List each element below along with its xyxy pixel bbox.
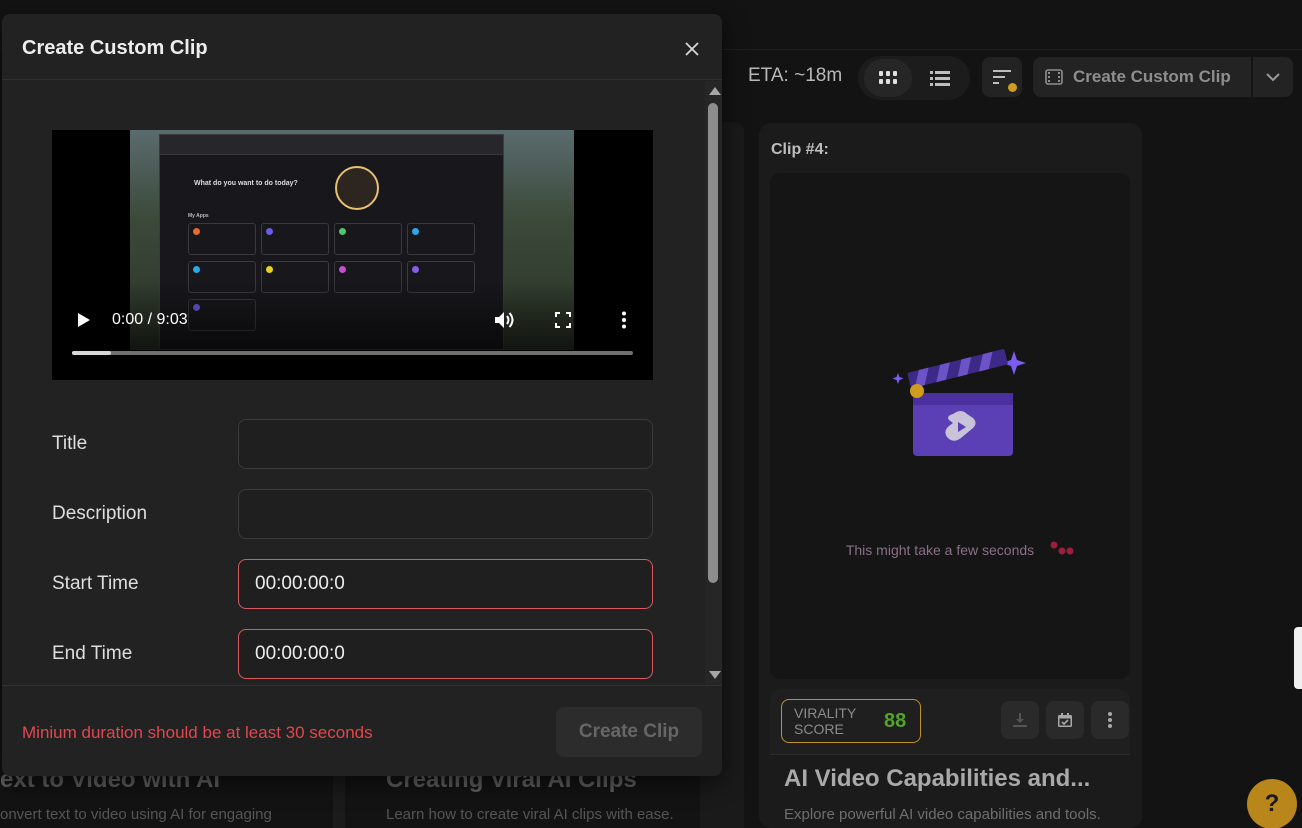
help-button[interactable]: ? — [1247, 779, 1297, 828]
download-icon — [1013, 713, 1027, 727]
title-row: Title — [52, 419, 653, 469]
clapperboard-icon — [892, 349, 1026, 456]
video-player[interactable]: What do you want to do today? My Apps 0:… — [52, 130, 653, 380]
title-input[interactable] — [238, 419, 653, 469]
modal-title: Create Custom Clip — [22, 37, 208, 59]
start-time-input[interactable] — [238, 559, 653, 609]
title-label: Title — [52, 433, 88, 454]
start-time-row: Start Time — [52, 559, 653, 609]
modal-header: Create Custom Clip — [2, 14, 722, 80]
virality-label: VIRALITY SCORE — [794, 705, 874, 737]
video-frame-browser-bar — [160, 135, 503, 155]
video-frame-apps-label: My Apps — [188, 213, 209, 219]
mid-card-subheading: Learn how to create viral AI clips with … — [386, 806, 674, 823]
more-vertical-icon[interactable] — [621, 311, 627, 329]
fullscreen-icon[interactable] — [555, 312, 571, 328]
description-label: Description — [52, 503, 148, 524]
clip-more-button[interactable] — [1091, 701, 1129, 739]
virality-label-line1: VIRALITY — [794, 705, 857, 721]
modal-scrollbar[interactable] — [705, 81, 722, 685]
video-frame-tile — [188, 223, 256, 255]
download-button[interactable] — [1001, 701, 1039, 739]
more-vertical-icon — [1108, 712, 1112, 728]
modal-footer: Minium duration should be at least 30 se… — [2, 685, 722, 776]
schedule-button[interactable] — [1046, 701, 1084, 739]
video-progress-bar[interactable] — [72, 351, 633, 355]
video-progress-fill — [72, 351, 112, 355]
video-frame-tile — [407, 223, 475, 255]
list-view-icon — [930, 71, 950, 86]
clip-footer: VIRALITY SCORE 88 — [770, 689, 1130, 755]
virality-score-value: 88 — [884, 709, 907, 732]
eta-label: ETA: ~18m — [748, 65, 843, 86]
create-custom-clip-label: Create Custom Clip — [1073, 67, 1231, 86]
play-icon[interactable] — [78, 313, 90, 327]
scroll-thumb[interactable] — [708, 103, 718, 583]
create-custom-clip-button[interactable]: Create Custom Clip — [1033, 57, 1251, 97]
duration-error-message: Minium duration should be at least 30 se… — [22, 723, 373, 742]
create-dropdown-button[interactable] — [1253, 57, 1293, 97]
description-input[interactable] — [238, 489, 653, 539]
video-frame-tile — [261, 223, 329, 255]
start-time-label: Start Time — [52, 573, 139, 594]
chevron-down-icon — [1266, 72, 1280, 81]
view-toggle — [858, 56, 970, 100]
side-tab[interactable] — [1294, 627, 1302, 689]
scroll-up-arrow[interactable] — [709, 87, 721, 95]
list-view-button[interactable] — [916, 59, 964, 97]
end-time-input[interactable] — [238, 629, 653, 679]
scroll-down-arrow[interactable] — [709, 671, 721, 679]
video-time: 0:00 / 9:03 — [112, 311, 188, 328]
close-icon[interactable] — [682, 39, 702, 59]
sort-icon — [993, 70, 1011, 84]
sort-active-dot — [1008, 83, 1017, 92]
create-custom-clip-modal: Create Custom Clip What do you want to d… — [2, 14, 722, 776]
volume-icon[interactable] — [493, 310, 515, 330]
virality-label-line2: SCORE — [794, 721, 844, 737]
clip-divider — [770, 754, 1130, 755]
end-time-row: End Time — [52, 629, 653, 679]
video-frame-tile — [334, 223, 402, 255]
clip-subheading: Explore powerful AI video capabilities a… — [784, 806, 1101, 823]
clip-card: Clip #4: This might take a few seconds V… — [759, 123, 1142, 828]
film-icon — [1045, 69, 1063, 85]
left-card-subheading: onvert text to video using AI for engagi… — [0, 806, 272, 823]
virality-score-badge: VIRALITY SCORE 88 — [781, 699, 921, 743]
grid-view-icon — [879, 71, 897, 84]
grid-view-button[interactable] — [864, 59, 912, 97]
clip-preview: This might take a few seconds — [770, 173, 1130, 679]
video-frame-avatar — [335, 166, 379, 210]
loading-dots — [1050, 541, 1074, 555]
create-clip-button[interactable]: Create Clip — [556, 707, 702, 757]
clip-card-title: Clip #4: — [771, 141, 829, 158]
video-frame-greeting: What do you want to do today? — [194, 180, 298, 187]
clip-heading: AI Video Capabilities and... — [784, 765, 1091, 792]
modal-body: What do you want to do today? My Apps 0:… — [2, 81, 706, 685]
calendar-icon — [1058, 713, 1072, 727]
end-time-label: End Time — [52, 643, 133, 664]
description-row: Description — [52, 489, 653, 539]
video-controls-shade — [52, 280, 653, 380]
sort-button[interactable] — [982, 57, 1022, 97]
